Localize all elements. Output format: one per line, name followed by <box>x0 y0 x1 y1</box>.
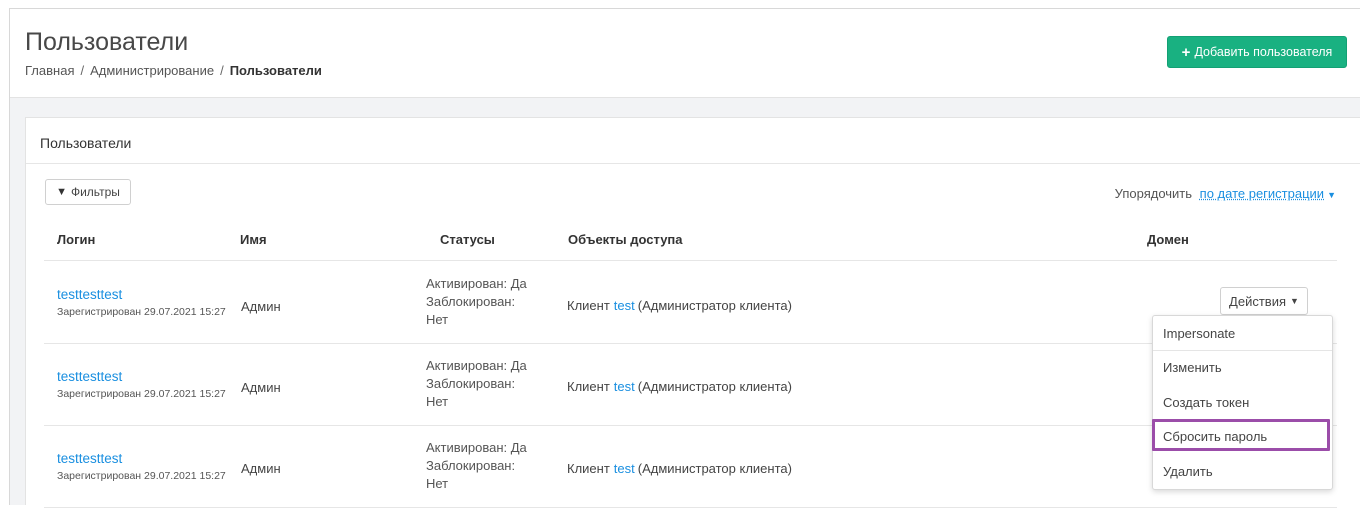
chevron-down-icon: ▼ <box>1290 296 1299 306</box>
status-blocked-value: Нет <box>426 476 449 491</box>
menu-item-edit[interactable]: Изменить <box>1163 360 1222 375</box>
registration-date: Зарегистрирован 29.07.2021 15:27 <box>57 306 226 318</box>
user-name: Админ <box>241 299 281 314</box>
status-blocked-value: Нет <box>426 312 449 327</box>
user-login-link[interactable]: testtesttest <box>57 451 122 466</box>
user-login-link[interactable]: testtesttest <box>57 369 122 384</box>
user-status: Активирован: Да Заблокирован: Нет <box>426 439 556 493</box>
user-name: Админ <box>241 380 281 395</box>
access-prefix: Клиент <box>567 461 610 476</box>
column-header-domain[interactable]: Домен <box>1147 232 1189 247</box>
actions-button-label: Действия <box>1229 293 1287 309</box>
filters-button[interactable]: ▼ Фильтры <box>45 179 131 205</box>
plus-icon: + <box>1181 43 1191 61</box>
column-header-login[interactable]: Логин <box>57 232 95 247</box>
user-status: Активирован: Да Заблокирован: Нет <box>426 357 556 411</box>
access-objects: Клиент test (Администратор клиента) <box>567 298 792 313</box>
access-role: (Администратор клиента) <box>637 461 792 476</box>
sort-label: Упорядочить <box>1114 186 1193 201</box>
breadcrumb-admin[interactable]: Администрирование <box>90 63 214 78</box>
registration-date: Зарегистрирован 29.07.2021 15:27 <box>57 470 226 482</box>
status-activated: Активирован: Да <box>426 440 527 455</box>
breadcrumb-home[interactable]: Главная <box>25 63 74 78</box>
status-activated: Активирован: Да <box>426 276 527 291</box>
filters-label: Фильтры <box>70 185 120 199</box>
column-header-access[interactable]: Объекты доступа <box>568 232 683 247</box>
access-objects: Клиент test (Администратор клиента) <box>567 379 792 394</box>
menu-item-delete[interactable]: Удалить <box>1163 464 1213 479</box>
client-link[interactable]: test <box>614 461 635 476</box>
column-header-status[interactable]: Статусы <box>440 232 495 247</box>
card-divider <box>26 163 1360 164</box>
status-blocked-label: Заблокирован: <box>426 376 516 391</box>
card-title: Пользователи <box>40 135 132 151</box>
access-role: (Администратор клиента) <box>637 298 792 313</box>
chevron-down-icon[interactable]: ▼ <box>1327 190 1336 200</box>
status-activated: Активирован: Да <box>426 358 527 373</box>
access-prefix: Клиент <box>567 379 610 394</box>
sort-dropdown[interactable]: по дате регистрации <box>1200 186 1324 201</box>
breadcrumb: Главная / Администрирование / Пользователи <box>25 63 322 78</box>
actions-menu: Impersonate Изменить Создать токен Сброс… <box>1152 315 1333 490</box>
access-prefix: Клиент <box>567 298 610 313</box>
breadcrumb-separator: / <box>80 63 85 78</box>
status-blocked-label: Заблокирован: <box>426 294 516 309</box>
column-header-name[interactable]: Имя <box>240 232 267 247</box>
user-name: Админ <box>241 461 281 476</box>
menu-item-impersonate[interactable]: Impersonate <box>1163 326 1235 341</box>
page-header: Пользователи Главная / Администрирование / П… <box>10 9 1360 98</box>
client-link[interactable]: test <box>614 379 635 394</box>
sort-control: Упорядочить по дате регистрации ▼ <box>1115 186 1336 201</box>
user-login-link[interactable]: testtesttest <box>57 287 122 302</box>
add-user-button[interactable]: + Добавить пользователя <box>1167 36 1347 68</box>
status-blocked-value: Нет <box>426 394 449 409</box>
menu-item-create-token[interactable]: Создать токен <box>1163 395 1249 410</box>
table-row: testtesttest Зарегистрирован 29.07.2021 … <box>44 343 1337 426</box>
status-blocked-label: Заблокирован: <box>426 458 516 473</box>
filter-icon: ▼ <box>56 186 67 198</box>
registration-date: Зарегистрирован 29.07.2021 15:27 <box>57 388 226 400</box>
table-row: testtesttest Зарегистрирован 29.07.2021 … <box>44 261 1337 344</box>
highlight-frame <box>1152 419 1330 451</box>
page-title: Пользователи <box>25 28 189 56</box>
add-user-button-label: Добавить пользователя <box>1194 45 1333 59</box>
client-link[interactable]: test <box>614 298 635 313</box>
table-row: testtesttest Зарегистрирован 29.07.2021 … <box>44 425 1337 508</box>
access-objects: Клиент test (Администратор клиента) <box>567 461 792 476</box>
actions-dropdown-button[interactable]: Действия ▼ <box>1220 287 1308 315</box>
breadcrumb-current: Пользователи <box>229 63 322 78</box>
access-role: (Администратор клиента) <box>637 379 792 394</box>
breadcrumb-separator: / <box>220 63 224 78</box>
menu-divider <box>1153 350 1332 351</box>
user-status: Активирован: Да Заблокирован: Нет <box>426 275 556 329</box>
